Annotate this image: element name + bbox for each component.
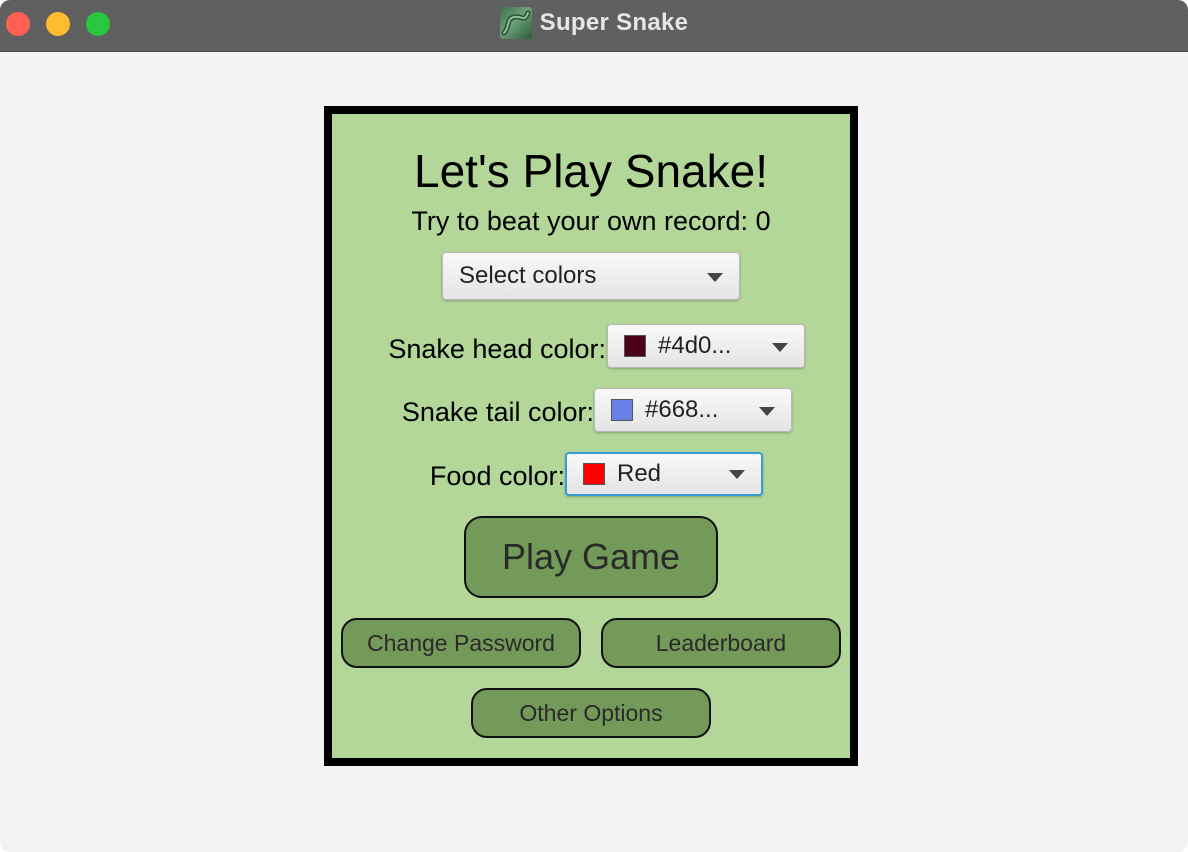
- tail-color-picker[interactable]: #668...: [594, 388, 792, 432]
- other-options-button[interactable]: Other Options: [471, 688, 711, 738]
- head-color-picker[interactable]: #4d0...: [607, 324, 805, 368]
- head-color-label: Snake head color:: [388, 334, 606, 364]
- chevron-down-icon: [759, 407, 775, 416]
- page-title: Let's Play Snake!: [414, 145, 768, 197]
- record-text: Try to beat your own record: 0: [332, 204, 850, 238]
- chevron-down-icon: [772, 343, 788, 352]
- title-bar: Super Snake: [0, 0, 1188, 52]
- record-label: Try to beat your own record:: [411, 206, 749, 236]
- chevron-down-icon: [707, 273, 723, 282]
- select-colors-dropdown[interactable]: Select colors: [442, 252, 740, 300]
- tail-color-label: Snake tail color:: [401, 397, 594, 427]
- select-colors-label: Select colors: [459, 262, 597, 289]
- food-color-swatch: [583, 463, 605, 485]
- change-password-button[interactable]: Change Password: [341, 618, 581, 668]
- food-color-value: Red: [617, 460, 662, 487]
- leaderboard-button[interactable]: Leaderboard: [601, 618, 841, 668]
- head-color-swatch: [624, 335, 646, 357]
- record-value: 0: [755, 206, 771, 236]
- food-color-picker[interactable]: Red: [565, 452, 763, 496]
- window-title: Super Snake: [539, 9, 689, 36]
- tail-color-value: #668...: [645, 396, 719, 423]
- chevron-down-icon: [729, 470, 745, 479]
- play-game-button[interactable]: Play Game: [464, 516, 718, 598]
- main-menu-panel: Let's Play Snake! Try to beat your own r…: [324, 106, 858, 766]
- tail-color-swatch: [611, 399, 633, 421]
- app-window: Super Snake Let's Play Snake! Try to bea…: [0, 0, 1188, 852]
- food-color-label: Food color:: [429, 461, 565, 491]
- snake-app-icon: [499, 7, 532, 39]
- head-color-value: #4d0...: [658, 332, 732, 359]
